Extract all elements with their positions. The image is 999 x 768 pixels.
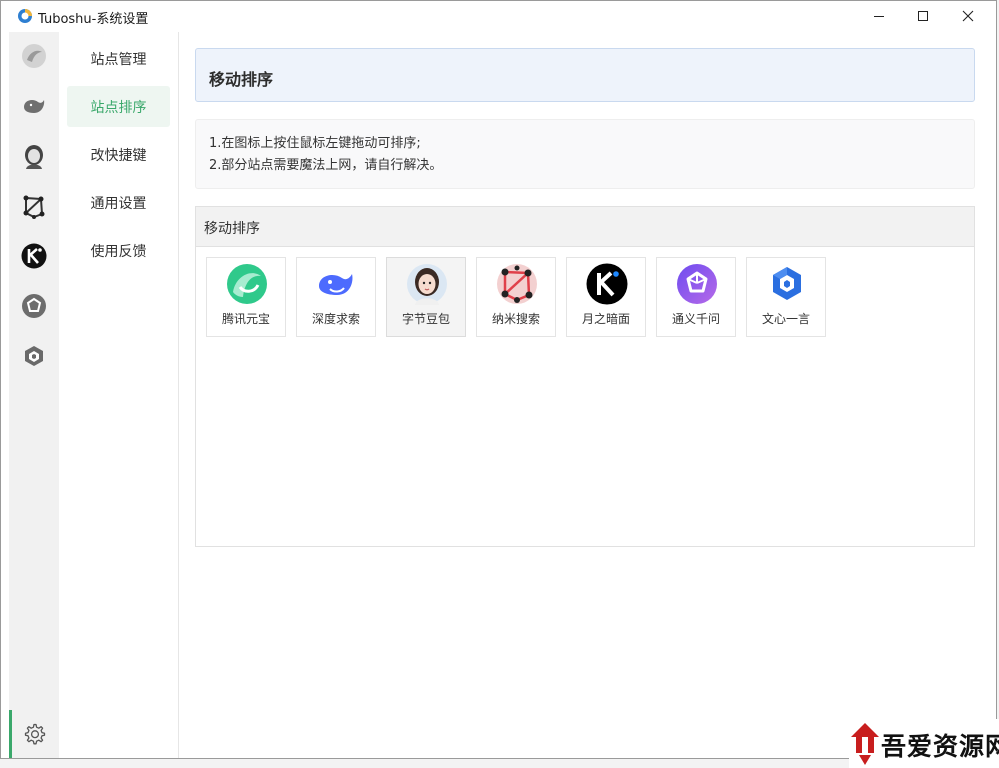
iconbar-deepseek[interactable] (18, 90, 50, 122)
site-tile-label: 腾讯元宝 (221, 312, 270, 326)
site-tile-label: 月之暗面 (581, 312, 630, 326)
tips-box: 1.在图标上按住鼠标左键拖动可排序; 2.部分站点需要魔法上网，请自行解决。 (195, 119, 975, 189)
watermark-logo-icon (851, 723, 879, 765)
gear-icon (24, 723, 46, 745)
page-header: 移动排序 (195, 48, 975, 102)
maximize-button[interactable] (900, 1, 946, 31)
nami-network-icon (497, 264, 537, 304)
iconbar-kimi[interactable] (18, 240, 50, 272)
sort-panel: 移动排序 腾讯元宝 深度求索 字节豆包 纳米搜索 月之暗面 通义千问 文心一言 (195, 206, 975, 547)
minimize-button[interactable] (856, 1, 902, 31)
nav-item-site-sort[interactable]: 站点排序 (67, 86, 170, 127)
panel-header: 移动排序 (196, 207, 974, 247)
wenxin-cube-icon (25, 346, 43, 366)
site-tile-kimi[interactable]: 月之暗面 (566, 257, 646, 337)
title-bar[interactable]: Tuboshu-系统设置 (1, 1, 996, 31)
kimi-k-icon (21, 243, 47, 269)
watermark: 吾爱资源网 (849, 719, 999, 768)
site-tile-tongyi[interactable]: 通义千问 (656, 257, 736, 337)
close-button[interactable] (945, 1, 991, 31)
deepseek-whale-icon (24, 99, 45, 113)
site-tile-label: 纳米搜索 (491, 312, 540, 326)
window-title: Tuboshu-系统设置 (38, 12, 149, 27)
nav-item-shortcuts[interactable]: 改快捷键 (67, 134, 170, 175)
maximize-icon (918, 11, 928, 21)
settings-nav: 站点管理 站点排序 改快捷键 通用设置 使用反馈 (59, 32, 179, 758)
watermark-text: 吾爱资源网 (881, 732, 999, 761)
iconbar-wenxin[interactable] (18, 340, 50, 372)
deepseek-whale-icon (319, 274, 353, 295)
app-logo-icon (18, 9, 32, 23)
settings-button[interactable] (9, 710, 59, 758)
site-tile-yuanbao[interactable]: 腾讯元宝 (206, 257, 286, 337)
iconbar-nami[interactable] (18, 190, 50, 222)
site-tile-label: 深度求索 (311, 312, 360, 326)
site-tile-deepseek[interactable]: 深度求索 (296, 257, 376, 337)
nav-item-site-management[interactable]: 站点管理 (67, 38, 170, 79)
site-tile-label: 字节豆包 (401, 312, 450, 326)
site-tile-wenxin[interactable]: 文心一言 (746, 257, 826, 337)
main-content: 移动排序 1.在图标上按住鼠标左键拖动可排序; 2.部分站点需要魔法上网，请自行… (179, 32, 996, 758)
close-icon (962, 10, 974, 22)
iconbar-yuanbao[interactable] (18, 40, 50, 72)
tip-line: 2.部分站点需要魔法上网，请自行解决。 (209, 158, 443, 173)
yuanbao-icon (22, 44, 46, 68)
tongyi-icon (22, 294, 46, 318)
site-tile-doubao[interactable]: 字节豆包 (386, 257, 466, 337)
tip-line: 1.在图标上按住鼠标左键拖动可排序; (209, 136, 421, 151)
settings-window: Tuboshu-系统设置 站点管理 站点排序 改快捷键 通用设置 使用反馈 移动… (0, 0, 997, 759)
tongyi-icon (677, 264, 717, 304)
minimize-icon (874, 16, 884, 17)
iconbar-tongyi[interactable] (18, 290, 50, 322)
iconbar-doubao[interactable] (18, 140, 50, 172)
site-tile-label: 文心一言 (761, 312, 810, 326)
panel-title: 移动排序 (204, 221, 260, 237)
site-tile-nami[interactable]: 纳米搜索 (476, 257, 556, 337)
page-title: 移动排序 (209, 70, 274, 89)
kimi-k-icon (586, 263, 628, 305)
doubao-avatar-icon (407, 264, 447, 305)
site-icon-bar (9, 32, 59, 758)
nav-item-feedback[interactable]: 使用反馈 (67, 230, 170, 271)
site-tile-label: 通义千问 (671, 312, 720, 326)
nami-network-icon (23, 195, 45, 219)
yuanbao-icon (227, 264, 267, 304)
nav-item-general-settings[interactable]: 通用设置 (67, 182, 170, 223)
doubao-avatar-icon (25, 145, 43, 169)
wenxin-cube-icon (773, 267, 801, 300)
